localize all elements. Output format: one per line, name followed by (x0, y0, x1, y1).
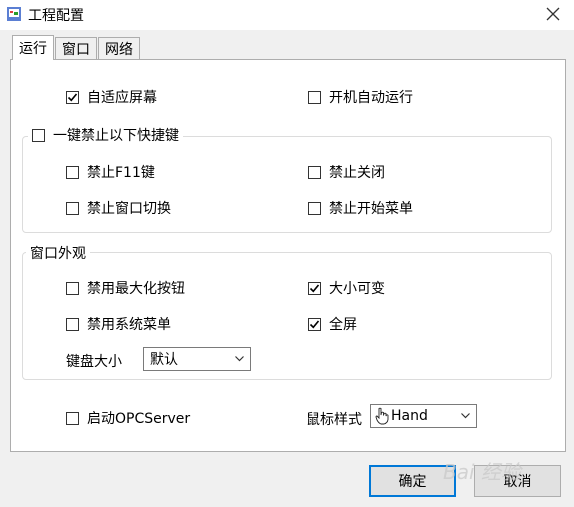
disable-start-menu-box[interactable] (308, 201, 321, 215)
adaptive-screen-box[interactable] (66, 90, 79, 104)
tab-run[interactable]: 运行 (12, 35, 54, 60)
disable-f11-checkbox[interactable]: 禁止F11键 (66, 162, 155, 182)
disable-shortcuts-checkbox[interactable]: 一键禁止以下快捷键 (28, 125, 183, 145)
cursor-style-select[interactable]: Hand (370, 404, 477, 428)
disable-system-menu-box[interactable] (66, 317, 79, 331)
fullscreen-checkbox[interactable]: 全屏 (308, 314, 357, 334)
auto-run-box[interactable] (308, 90, 321, 104)
shortcut-group (22, 136, 552, 233)
auto-run-checkbox[interactable]: 开机自动运行 (308, 87, 413, 107)
disable-shortcuts-box[interactable] (32, 128, 45, 142)
appearance-group-label: 窗口外观 (26, 243, 90, 263)
adaptive-screen-checkbox[interactable]: 自适应屏幕 (66, 87, 157, 107)
opc-server-box[interactable] (66, 411, 79, 425)
window-title: 工程配置 (28, 8, 84, 24)
disable-close-box[interactable] (308, 165, 321, 179)
chevron-down-icon (461, 413, 470, 419)
disable-f11-box[interactable] (66, 165, 79, 179)
app-icon (6, 6, 22, 22)
disable-close-checkbox[interactable]: 禁止关闭 (308, 162, 385, 182)
keyboard-size-select[interactable]: 默认 (143, 347, 251, 371)
opc-server-checkbox[interactable]: 启动OPCServer (66, 408, 190, 428)
disable-window-switch-box[interactable] (66, 201, 79, 215)
chevron-down-icon (235, 356, 244, 362)
tab-window[interactable]: 窗口 (55, 37, 97, 59)
disable-start-menu-checkbox[interactable]: 禁止开始菜单 (308, 198, 413, 218)
close-icon (546, 7, 560, 21)
checkmark-icon (309, 283, 320, 292)
title-bar (0, 0, 574, 30)
resizable-box[interactable] (308, 281, 321, 295)
tab-network[interactable]: 网络 (98, 37, 140, 59)
fullscreen-box[interactable] (308, 317, 321, 331)
keyboard-size-label: 键盘大小 (66, 354, 122, 370)
checkmark-icon (67, 92, 78, 101)
disable-max-button-checkbox[interactable]: 禁用最大化按钮 (66, 278, 185, 298)
close-button[interactable] (538, 2, 568, 26)
resizable-checkbox[interactable]: 大小可变 (308, 278, 385, 298)
hand-cursor-icon (375, 407, 389, 425)
disable-system-menu-checkbox[interactable]: 禁用系统菜单 (66, 314, 171, 334)
watermark: Bai 经验 (443, 460, 521, 484)
cursor-style-label: 鼠标样式 (306, 412, 362, 428)
checkmark-icon (309, 319, 320, 328)
disable-window-switch-checkbox[interactable]: 禁止窗口切换 (66, 198, 171, 218)
disable-max-button-box[interactable] (66, 281, 79, 295)
